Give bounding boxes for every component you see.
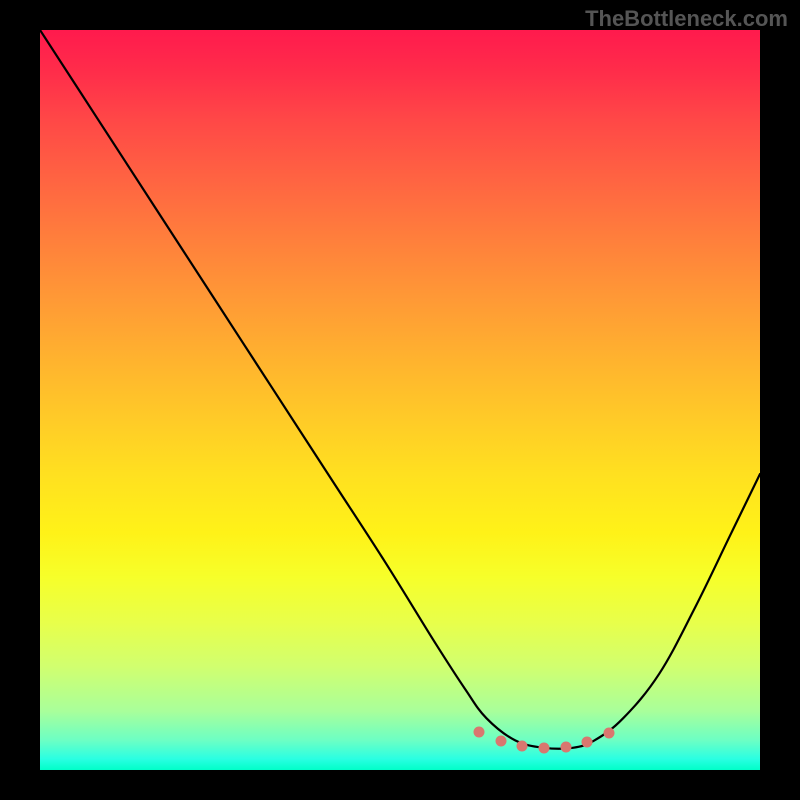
trough-marker <box>474 726 485 737</box>
chart-container: TheBottleneck.com <box>0 0 800 800</box>
trough-marker <box>539 742 550 753</box>
trough-marker <box>603 728 614 739</box>
trough-marker <box>560 742 571 753</box>
trough-marker <box>582 736 593 747</box>
trough-marker <box>495 736 506 747</box>
plot-area <box>40 30 760 770</box>
trough-markers <box>40 30 760 770</box>
watermark-text: TheBottleneck.com <box>585 6 788 32</box>
trough-marker <box>517 741 528 752</box>
